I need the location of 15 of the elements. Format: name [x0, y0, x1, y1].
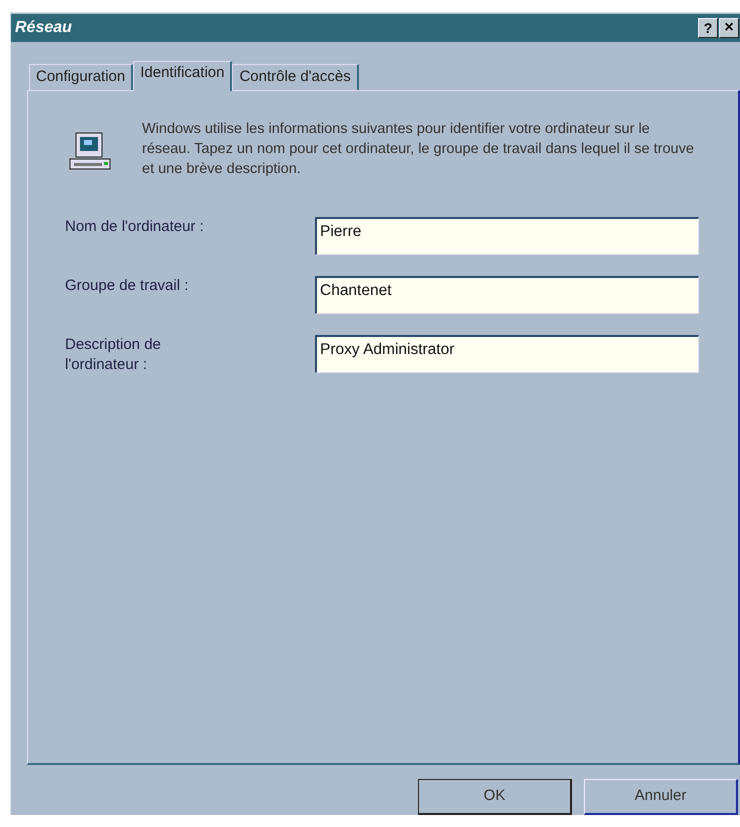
tab[interactable]: Configuration — [29, 64, 134, 90]
text-field[interactable]: Proxy Administrator — [315, 334, 699, 373]
text-field[interactable]: Pierre — [315, 216, 699, 255]
text-field[interactable]: Chantenet — [315, 276, 699, 314]
dialog-button[interactable]: OK — [418, 779, 572, 815]
tab[interactable]: Identification — [133, 60, 232, 91]
help-button[interactable]: ? — [698, 18, 718, 38]
tab[interactable]: Contrôle d'accès — [232, 64, 359, 90]
field-label: Groupe de travail : — [65, 276, 190, 296]
window-title: Réseau — [15, 18, 72, 38]
intro-text: Windows utilise les informations suivantes pour identifier votre ordinateur sur le réseau. Tapez un nom pour cet ordinateur, le groupe de travail dans lequel il se trouve et une brève description. — [142, 120, 695, 179]
dialog-button[interactable]: Annuler — [584, 779, 738, 815]
close-button[interactable]: × — [719, 18, 739, 38]
field-label: Nom de l'ordinateur : — [65, 216, 205, 237]
field-label: Description de l'ordinateur : — [65, 334, 162, 375]
